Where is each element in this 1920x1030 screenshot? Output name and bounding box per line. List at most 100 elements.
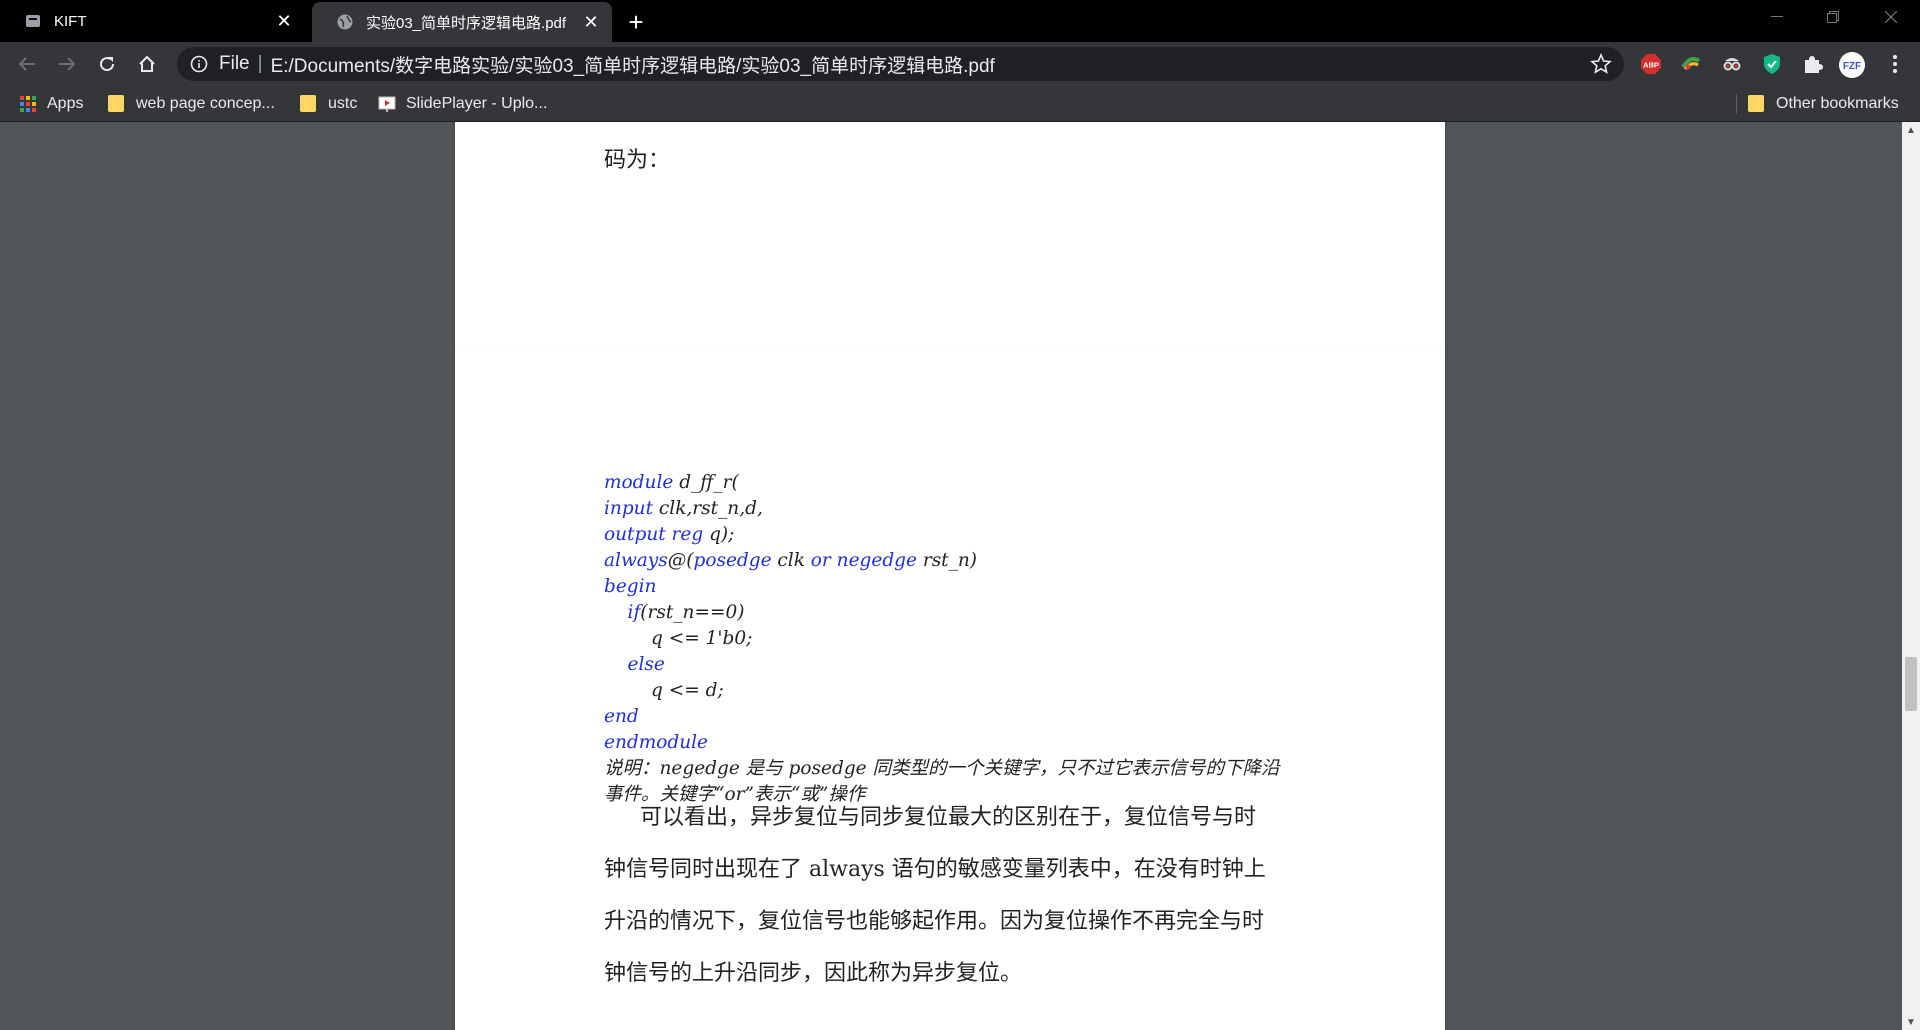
pdf-page: 码为： xyxy=(455,122,1445,350)
tab-pdf[interactable]: 实验03_简单时序逻辑电路.pdf ✕ xyxy=(312,2,612,42)
close-window-icon[interactable] xyxy=(1866,0,1916,34)
new-tab-button[interactable]: + xyxy=(622,7,650,37)
color-extension-icon[interactable] xyxy=(1680,53,1702,75)
vertical-scrollbar[interactable]: ▲ ▼ xyxy=(1902,122,1920,1030)
shield-check-icon[interactable] xyxy=(1761,53,1783,75)
code-keyword: module xyxy=(604,472,674,493)
code-keyword: else xyxy=(627,654,665,675)
code-keyword: if xyxy=(627,602,641,623)
forward-arrow-icon[interactable] xyxy=(53,50,81,78)
pdf-page: module d_ff_r(input clk,rst_n,d, output r… xyxy=(455,348,1445,1030)
code-text: @( xyxy=(667,550,694,571)
page-text: 码为： xyxy=(604,148,671,173)
bookmark-label: Apps xyxy=(47,95,84,112)
other-bookmarks-label: Other bookmarks xyxy=(1776,95,1899,112)
spy-glasses-icon[interactable] xyxy=(1721,53,1743,75)
bookmark-label: SlidePlayer - Uplo... xyxy=(406,95,548,112)
restore-icon[interactable] xyxy=(1808,0,1858,34)
url-text[interactable]: E:/Documents/数字电路实验/实验03_简单时序逻辑电路/实验03_简… xyxy=(271,51,995,78)
code-line: output reg q); xyxy=(604,522,977,548)
bookmark-label: ustc xyxy=(328,95,358,112)
bookmarks-bar: Apps web page concep... ustc SlidePlayer… xyxy=(0,86,1920,122)
tab-title: KIFT xyxy=(54,12,87,30)
code-line: module d_ff_r( xyxy=(604,470,977,496)
tab-strip: KIFT ✕ 实验03_简单时序逻辑电路.pdf ✕ + xyxy=(0,0,1920,42)
scroll-down-arrow-icon[interactable]: ▼ xyxy=(1902,1014,1920,1030)
back-arrow-icon[interactable] xyxy=(13,50,41,78)
code-text: q <= 1'b0; xyxy=(651,628,753,649)
code-text: clk,rst_n,d, xyxy=(653,498,763,519)
code-keyword: input xyxy=(604,498,654,519)
bookmark-star-icon[interactable] xyxy=(1590,52,1612,75)
folder-icon xyxy=(1748,95,1766,113)
code-keyword: always xyxy=(604,550,668,571)
scroll-thumb[interactable] xyxy=(1905,657,1917,711)
code-keyword: end xyxy=(604,706,639,727)
slideplayer-icon xyxy=(378,95,396,113)
code-keyword: output reg xyxy=(604,524,704,545)
code-line: always@(posedge clk or negedge rst_n) xyxy=(604,548,977,574)
bookmark-folder-web-page[interactable]: web page concep... xyxy=(108,86,275,122)
code-line: if(rst_n==0) xyxy=(604,600,977,626)
kift-favicon-icon xyxy=(24,12,42,30)
folder-icon xyxy=(300,95,318,113)
profile-avatar[interactable]: FZF xyxy=(1838,51,1866,79)
code-text: clk xyxy=(771,550,811,571)
adblock-plus-icon[interactable]: ABP xyxy=(1640,53,1662,75)
close-tab-icon[interactable]: ✕ xyxy=(580,11,602,33)
other-bookmarks[interactable]: Other bookmarks xyxy=(1748,86,1899,122)
url-scheme: File xyxy=(219,53,250,74)
code-line: input clk,rst_n,d, xyxy=(604,496,977,522)
code-line: q <= 1'b0; xyxy=(604,626,977,652)
reload-icon[interactable] xyxy=(93,50,121,78)
code-keyword: posedge xyxy=(693,550,772,571)
home-icon[interactable] xyxy=(133,50,161,78)
bookmark-folder-ustc[interactable]: ustc xyxy=(300,86,357,122)
menu-kebab-icon[interactable] xyxy=(1884,53,1906,75)
profile-initials: FZF xyxy=(1843,61,1861,72)
globe-icon xyxy=(336,13,354,31)
code-text: q); xyxy=(703,524,735,545)
folder-icon xyxy=(108,95,126,113)
body-paragraph: 可以看出，异步复位与同步复位最大的区别在于，复位信号与时 钟信号同时出现在了 a… xyxy=(604,792,1304,1000)
code-line: end xyxy=(604,704,977,730)
code-text: d_ff_r( xyxy=(673,472,739,493)
abp-label: ABP xyxy=(1643,61,1659,70)
code-line: begin xyxy=(604,574,977,600)
tab-title: 实验03_简单时序逻辑电路.pdf xyxy=(366,14,567,32)
url-separator: | xyxy=(257,53,263,74)
code-text: rst_n) xyxy=(916,550,978,571)
code-keyword: endmodule xyxy=(604,732,709,753)
code-text: (rst_n==0) xyxy=(640,602,745,623)
paragraph-line: 升沿的情况下，复位信号也能够起作用。因为复位操作不再完全与时 xyxy=(604,909,1265,934)
code-line: else xyxy=(604,652,977,678)
bookmark-slideplayer[interactable]: SlidePlayer - Uplo... xyxy=(378,86,547,122)
bookmark-apps[interactable]: Apps xyxy=(19,86,83,122)
code-text: q <= d; xyxy=(651,680,724,701)
note-line: 说明：negedge 是与 posedge 同类型的一个关键字，只不过它表示信号… xyxy=(604,758,1280,779)
paragraph-line: 钟信号的上升沿同步，因此称为异步复位。 xyxy=(604,961,1023,986)
code-keyword: begin xyxy=(604,576,657,597)
paragraph-line: 钟信号同时出现在了 always 语句的敏感变量列表中，在没有时钟上 xyxy=(604,857,1266,882)
paragraph-line: 可以看出，异步复位与同步复位最大的区别在于，复位信号与时 xyxy=(640,805,1257,830)
address-bar[interactable]: File | E:/Documents/数字电路实验/实验03_简单时序逻辑电路… xyxy=(177,47,1624,81)
close-tab-icon[interactable]: ✕ xyxy=(273,10,295,32)
minimize-icon[interactable] xyxy=(1752,0,1802,34)
verilog-code-block: module d_ff_r(input clk,rst_n,d, output r… xyxy=(604,470,977,756)
bookmarks-divider xyxy=(1736,94,1737,114)
code-line: endmodule xyxy=(604,730,977,756)
code-keyword: negedge xyxy=(836,550,917,571)
scroll-up-arrow-icon[interactable]: ▲ xyxy=(1902,122,1920,138)
info-icon[interactable] xyxy=(189,54,209,74)
code-keyword: or xyxy=(810,550,831,571)
tab-kift[interactable]: KIFT ✕ xyxy=(0,0,305,42)
apps-grid-icon xyxy=(19,95,37,113)
extensions-puzzle-icon[interactable] xyxy=(1801,53,1823,75)
browser-toolbar: File | E:/Documents/数字电路实验/实验03_简单时序逻辑电路… xyxy=(0,42,1920,86)
code-line: q <= d; xyxy=(604,678,977,704)
pdf-viewer[interactable]: 码为： module d_ff_r(input clk,rst_n,d, outp… xyxy=(0,122,1920,1030)
